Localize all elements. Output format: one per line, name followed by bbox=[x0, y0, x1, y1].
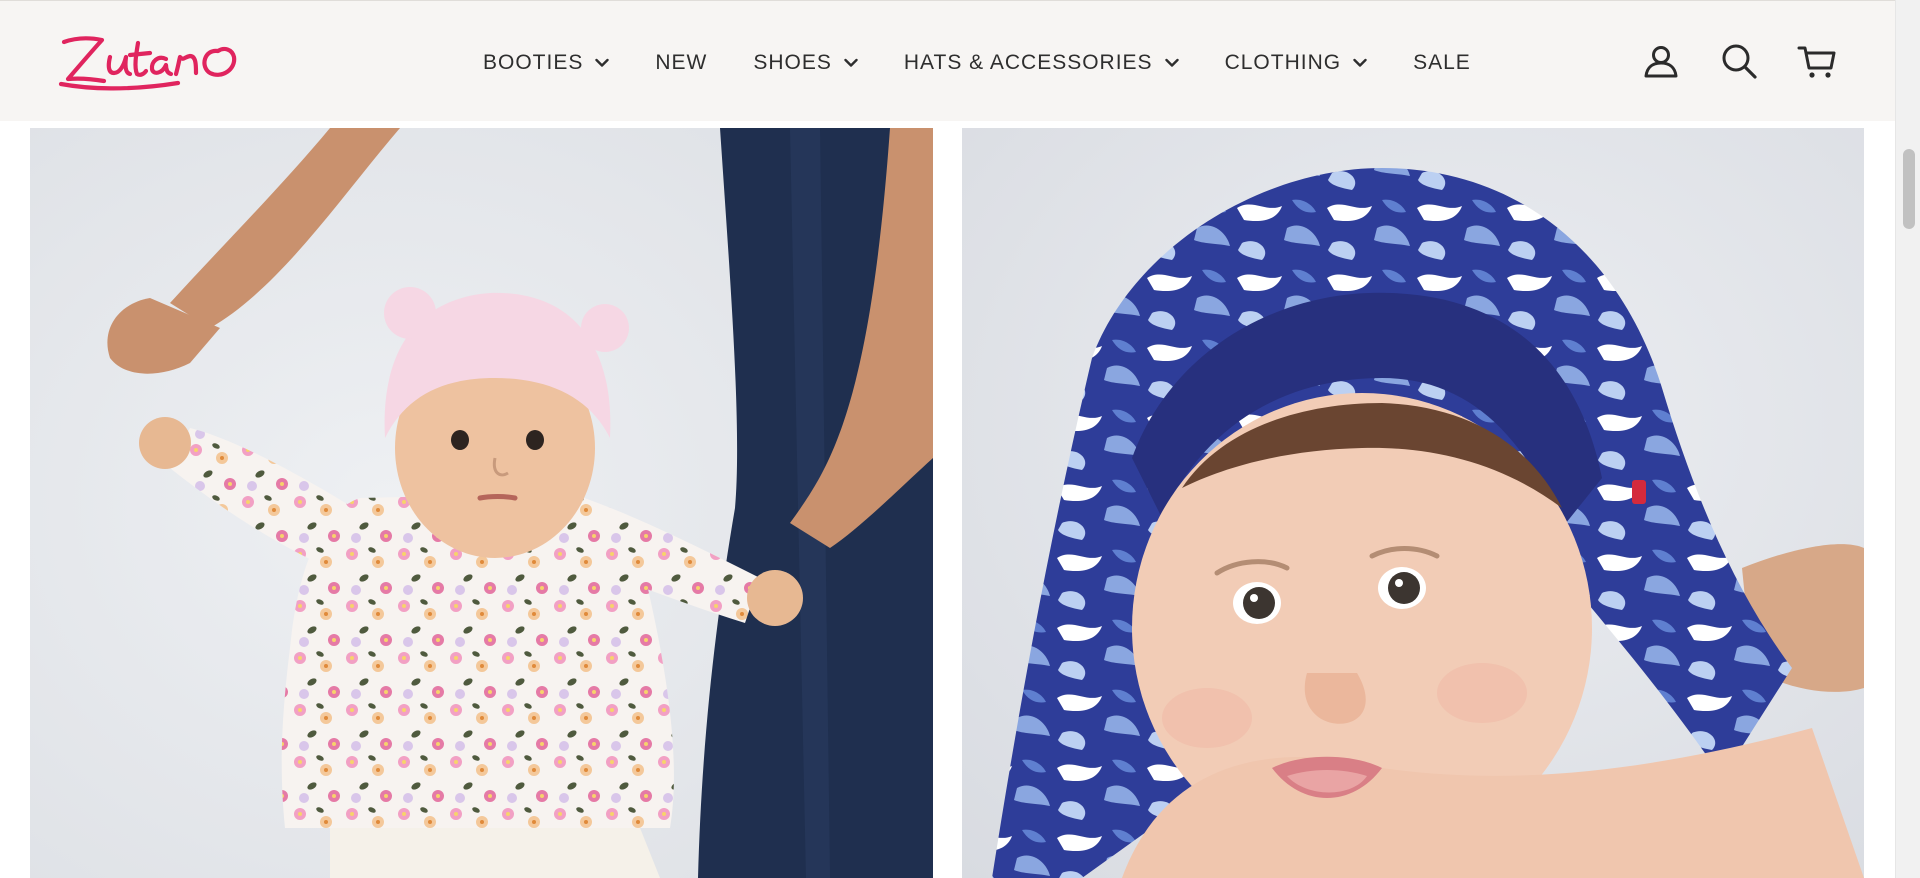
nav-item-label: SHOES bbox=[753, 51, 832, 74]
nav-item-label: CLOTHING bbox=[1224, 51, 1342, 74]
zutano-logo[interactable] bbox=[58, 29, 268, 95]
nav-item-clothing[interactable]: CLOTHING bbox=[1225, 51, 1368, 75]
logo-wordmark bbox=[58, 36, 237, 91]
nav-item-new[interactable]: NEW bbox=[655, 51, 707, 75]
image-gallery bbox=[30, 128, 1864, 878]
header-icons bbox=[1603, 41, 1837, 81]
nav-item-label: NEW bbox=[655, 51, 708, 74]
baby-blue-hooded-towel-photo[interactable] bbox=[962, 128, 1864, 878]
chevron-down-icon bbox=[844, 58, 858, 68]
nav-item-booties[interactable]: BOOTIES bbox=[483, 51, 610, 75]
page-scrollbar[interactable] bbox=[1895, 0, 1920, 878]
nav-item-label: SALE bbox=[1413, 51, 1471, 74]
scrollbar-thumb[interactable] bbox=[1903, 149, 1915, 229]
site-header: BOOTIES NEW SHOES HATS & ACCESSORIES CLO… bbox=[0, 0, 1895, 121]
nav-item-label: BOOTIES bbox=[483, 51, 584, 74]
nav-item-shoes[interactable]: SHOES bbox=[753, 51, 858, 75]
nav-item-sale[interactable]: SALE bbox=[1413, 51, 1471, 75]
chevron-down-icon bbox=[1353, 58, 1367, 68]
main-nav: BOOTIES NEW SHOES HATS & ACCESSORIES CLO… bbox=[483, 47, 1471, 79]
account-icon[interactable] bbox=[1641, 41, 1681, 81]
chevron-down-icon bbox=[1164, 58, 1179, 68]
baby-floral-top-pink-hat-photo[interactable] bbox=[30, 128, 933, 878]
search-icon[interactable] bbox=[1719, 41, 1759, 81]
nav-item-label: HATS & ACCESSORIES bbox=[903, 51, 1153, 74]
cart-icon[interactable] bbox=[1797, 41, 1837, 81]
nav-item-hats-accessories[interactable]: HATS & ACCESSORIES bbox=[904, 51, 1179, 75]
chevron-down-icon bbox=[595, 58, 610, 68]
